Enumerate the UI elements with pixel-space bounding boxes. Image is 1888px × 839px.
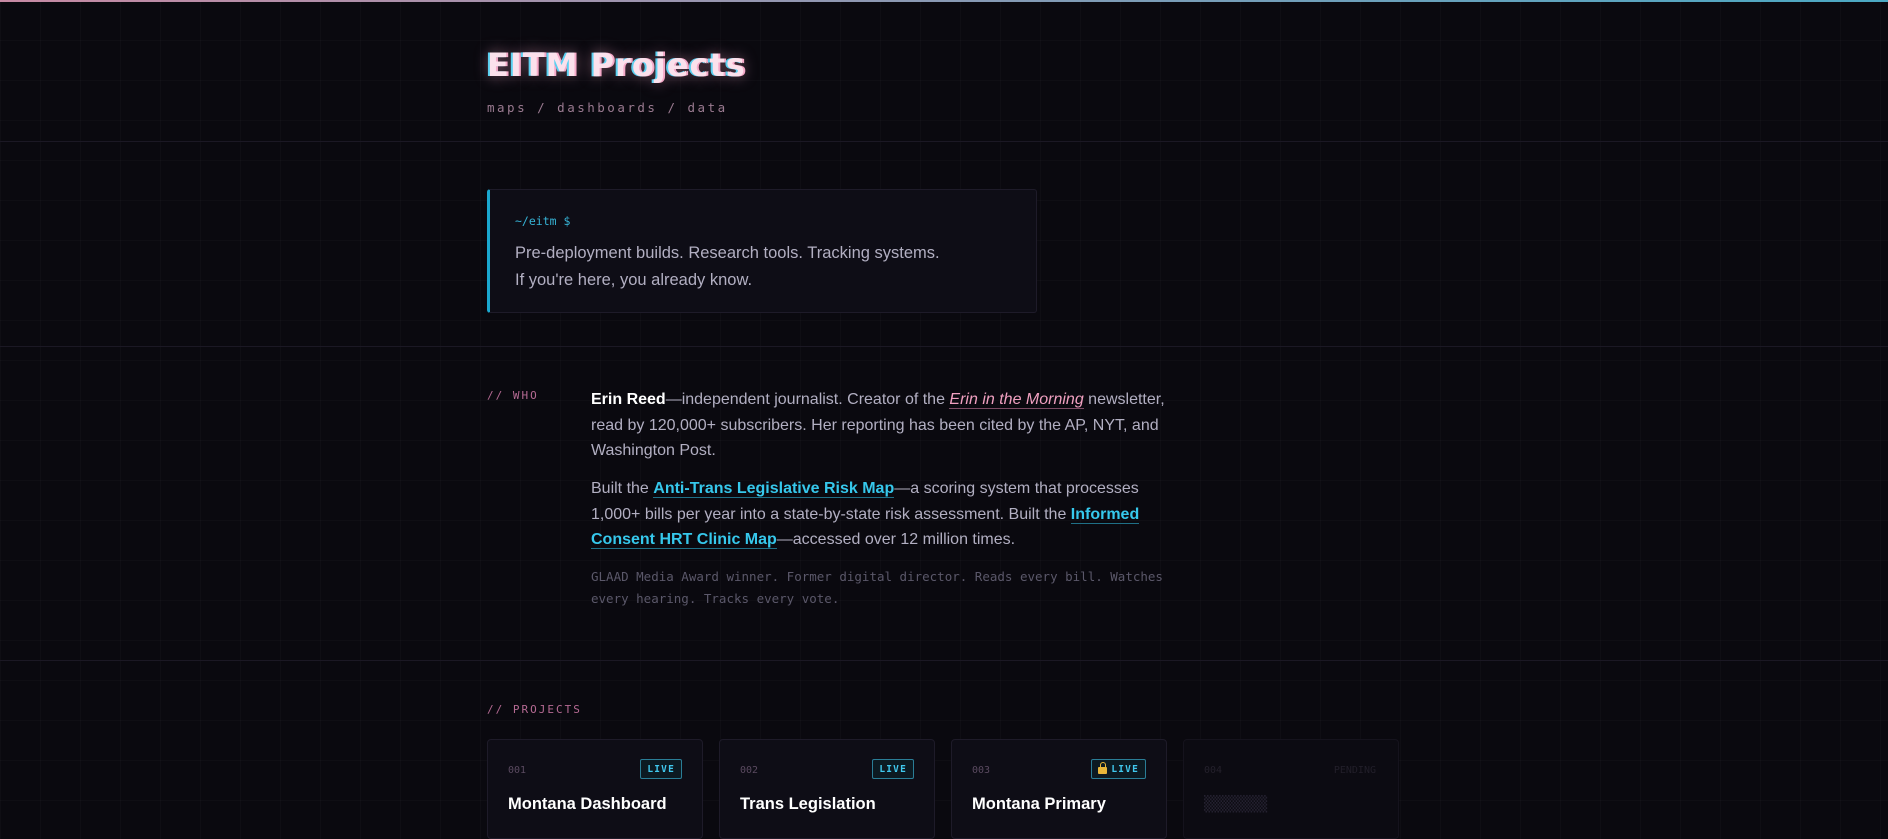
terminal-line-2: If you're here, you already know.: [515, 271, 753, 289]
project-name: Montana Primary: [972, 795, 1106, 813]
status-badge-label: LIVE: [647, 763, 675, 775]
project-card-montana-primary[interactable]: 003 LIVE Montana Primary: [951, 739, 1167, 839]
project-name: Montana Dashboard: [508, 795, 667, 813]
project-name: Trans Legislation: [740, 795, 876, 813]
status-badge-label: LIVE: [1111, 763, 1139, 775]
bio-text: Built the: [591, 480, 654, 497]
project-number: 002: [740, 765, 759, 776]
bio-text: —independent journalist. Creator of the: [665, 391, 950, 408]
status-badge: LIVE: [640, 759, 682, 779]
bio-paragraph-2: Built the Anti-Trans Legislative Risk Ma…: [591, 476, 1191, 553]
project-number: 001: [508, 765, 527, 776]
bio-note: GLAAD Media Award winner. Former digital…: [591, 569, 1163, 606]
page-subtitle: maps / dashboards / data: [487, 100, 728, 115]
section-label-projects: // PROJECTS: [487, 703, 582, 716]
lock-icon: [1098, 762, 1108, 774]
terminal-intro-box: ~/eitm $ Pre-deployment builds. Research…: [487, 189, 1037, 313]
bio-text: —accessed over 12 million times.: [776, 531, 1016, 548]
divider: [0, 141, 1888, 142]
project-card-trans-legislation[interactable]: 002 LIVE Trans Legislation: [719, 739, 935, 839]
status-badge: LIVE: [872, 759, 914, 779]
section-label-who: // WHO: [487, 389, 539, 402]
project-number: 004: [1204, 765, 1223, 776]
divider: [0, 660, 1888, 661]
risk-map-link[interactable]: Anti-Trans Legislative Risk Map: [653, 480, 895, 498]
project-number: 003: [972, 765, 991, 776]
bio-paragraph-1: Erin Reed—independent journalist. Creato…: [591, 387, 1191, 464]
newsletter-link[interactable]: Erin in the Morning: [949, 391, 1084, 409]
terminal-prompt: ~/eitm $: [515, 214, 571, 228]
project-card-pending: 004 PENDING ▒▒▒▒▒▒▒: [1183, 739, 1399, 839]
project-name-redacted: ▒▒▒▒▒▒▒: [1204, 795, 1268, 813]
status-badge: LIVE: [1091, 759, 1146, 779]
top-accent-line: [0, 0, 1888, 2]
status-badge-label: LIVE: [879, 763, 907, 775]
project-card-montana-dashboard[interactable]: 001 LIVE Montana Dashboard: [487, 739, 703, 839]
status-badge-pending: PENDING: [1333, 765, 1376, 776]
page-title: EITM Projects: [487, 46, 746, 84]
terminal-line-1: Pre-deployment builds. Research tools. T…: [515, 244, 940, 262]
divider: [0, 346, 1888, 347]
author-name: Erin Reed: [591, 391, 666, 408]
